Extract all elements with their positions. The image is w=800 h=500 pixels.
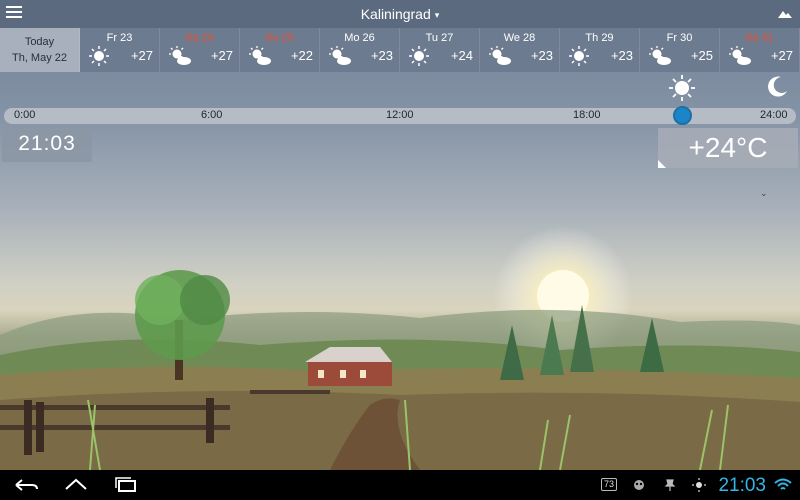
timeline-tick: 0:00 — [14, 109, 36, 121]
day-name: Tu 27 — [425, 32, 454, 44]
day-temp: +24 — [450, 48, 473, 63]
forecast-day[interactable]: Fr 23 +27 — [80, 28, 160, 72]
forecast-day[interactable]: Fr 30 +25 — [640, 28, 720, 72]
current-time: 21:03 — [2, 128, 92, 162]
day-name: Sa 31 — [745, 32, 774, 44]
wifi-icon — [774, 478, 792, 490]
top-bar: Kaliningrad ▾ — [0, 0, 800, 28]
chevron-down-icon[interactable]: ⌄ — [760, 188, 768, 199]
day-temp: +23 — [610, 48, 633, 63]
day-name: Su 25 — [265, 32, 294, 44]
partly-cloudy-icon — [649, 46, 671, 65]
forecast-day[interactable]: Su 25 +22 — [240, 28, 320, 72]
timeline-tick: 24:00 — [760, 109, 788, 121]
day-temp: +27 — [130, 48, 153, 63]
time-slider-handle[interactable] — [673, 106, 692, 125]
partly-cloudy-icon — [169, 46, 191, 65]
sun-icon — [409, 46, 429, 66]
forecast-strip: Today Th, May 22 Fr 23 +27 Sa 24 +27 Su … — [0, 28, 800, 72]
day-name: Today — [24, 36, 55, 48]
recent-apps-icon[interactable] — [112, 476, 140, 494]
system-navigation-bar: 73 21:03 — [0, 470, 800, 500]
landscape-icon[interactable] — [778, 8, 792, 18]
day-name: Fr 30 — [666, 32, 693, 44]
day-temp: +27 — [210, 48, 233, 63]
partly-cloudy-icon — [489, 46, 511, 65]
day-temp: +25 — [690, 48, 713, 63]
city-selector[interactable]: Kaliningrad ▾ — [0, 6, 800, 22]
forecast-day-today[interactable]: Today Th, May 22 — [0, 28, 80, 72]
sun-icon — [569, 46, 589, 66]
day-name: Mo 26 — [344, 32, 375, 44]
forecast-day[interactable]: Th 29 +23 — [560, 28, 640, 72]
sun-icon — [692, 478, 706, 492]
weather-screen: Kaliningrad ▾ Today Th, May 22 Fr 23 +27 … — [0, 0, 800, 470]
day-temp: +22 — [290, 48, 313, 63]
day-name: Sa 24 — [185, 32, 214, 44]
sun-icon — [669, 75, 695, 101]
day-date: Th, May 22 — [11, 52, 68, 64]
current-temperature[interactable]: +24°C — [658, 128, 798, 168]
forecast-day[interactable]: We 28 +23 — [480, 28, 560, 72]
timeline-tick: 6:00 — [201, 109, 223, 121]
day-name: We 28 — [503, 32, 536, 44]
moon-icon — [768, 76, 787, 97]
partly-cloudy-icon — [329, 46, 351, 65]
forecast-day[interactable]: Mo 26 +23 — [320, 28, 400, 72]
forecast-day[interactable]: Sa 31 +27 — [720, 28, 800, 72]
day-temp: +23 — [370, 48, 393, 63]
chevron-down-icon: ▾ — [434, 9, 440, 20]
partly-cloudy-icon — [729, 46, 751, 65]
forecast-day[interactable]: Sa 24 +27 — [160, 28, 240, 72]
system-clock: 21:03 — [718, 475, 766, 496]
day-temp: +23 — [530, 48, 553, 63]
partly-cloudy-icon — [249, 46, 271, 65]
pin-icon — [664, 479, 676, 491]
forecast-day[interactable]: Tu 27 +24 — [400, 28, 480, 72]
home-icon[interactable] — [62, 476, 90, 494]
day-temp: +27 — [770, 48, 793, 63]
day-name: Th 29 — [585, 32, 614, 44]
city-name: Kaliningrad — [360, 6, 431, 22]
sun-icon — [89, 46, 109, 66]
back-icon[interactable] — [12, 476, 40, 494]
timeline-tick: 12:00 — [386, 109, 414, 121]
timeline-tick: 18:00 — [573, 109, 601, 121]
alien-icon — [634, 480, 644, 490]
notification-badge: 73 — [601, 478, 617, 491]
day-name: Fr 23 — [106, 32, 133, 44]
